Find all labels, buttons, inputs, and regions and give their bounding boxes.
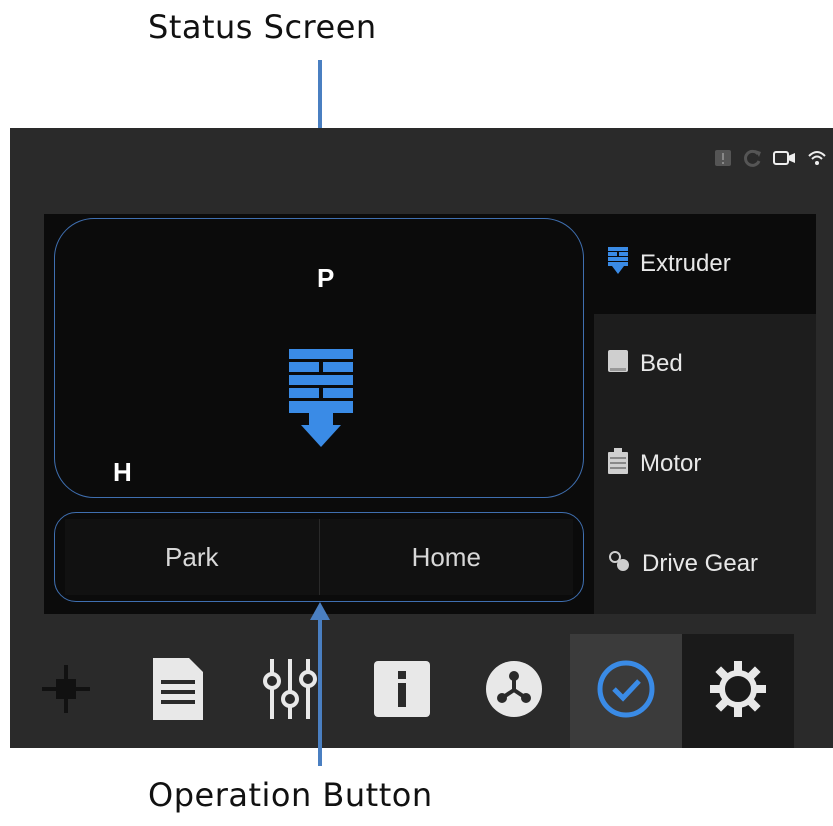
- nav-settings[interactable]: [682, 634, 794, 748]
- operation-button-arrowhead: [310, 602, 330, 620]
- nav-document[interactable]: [122, 634, 234, 748]
- check-icon: [596, 659, 656, 723]
- operation-button-callout: Operation Button: [148, 776, 433, 814]
- motor-icon: [608, 447, 628, 481]
- side-item-label: Drive Gear: [642, 550, 759, 577]
- nav-status[interactable]: [570, 634, 682, 748]
- side-item-label: Motor: [640, 450, 702, 477]
- operation-button-row: Park Home: [54, 512, 584, 602]
- main-panel: P H Park Home: [44, 214, 594, 614]
- side-item-bed[interactable]: Bed: [594, 314, 816, 414]
- nav-settings-sliders[interactable]: [234, 634, 346, 748]
- gear-icon: [708, 659, 768, 723]
- side-item-motor[interactable]: Motor: [594, 414, 816, 514]
- nav-move[interactable]: [10, 634, 122, 748]
- side-item-extruder[interactable]: Extruder: [594, 214, 816, 314]
- nav-network[interactable]: [458, 634, 570, 748]
- network-icon: [485, 660, 543, 722]
- wifi-icon: [807, 148, 827, 172]
- park-position-label: P: [317, 263, 335, 293]
- alert-icon: [713, 148, 733, 172]
- nav-info[interactable]: [346, 634, 458, 748]
- document-icon: [153, 658, 203, 724]
- park-button[interactable]: Park: [65, 519, 320, 595]
- side-menu: Extruder Bed Motor Drive Gear: [594, 214, 816, 614]
- home-button[interactable]: Home: [320, 519, 574, 595]
- bed-icon: [608, 349, 628, 379]
- info-icon: [374, 661, 430, 721]
- printer-screen: P H Park Home Extruder Bed Motor Drive G…: [10, 128, 833, 748]
- home-position-label: H: [113, 457, 132, 487]
- bottom-nav: [10, 634, 833, 748]
- move-icon: [38, 661, 94, 721]
- refresh-icon: [743, 148, 763, 172]
- drive-gear-icon: [608, 550, 630, 579]
- side-item-label: Bed: [640, 350, 683, 377]
- side-item-drive-gear[interactable]: Drive Gear: [594, 514, 816, 614]
- status-bar: [713, 146, 833, 174]
- status-screen: P H: [54, 218, 584, 498]
- operation-button-arrow: [318, 620, 322, 766]
- extruder-icon: [289, 349, 353, 451]
- side-item-label: Extruder: [640, 250, 731, 277]
- sliders-icon: [262, 659, 318, 723]
- extruder-icon: [608, 246, 628, 282]
- status-screen-callout: Status Screen: [148, 8, 377, 46]
- camera-icon: [773, 148, 797, 172]
